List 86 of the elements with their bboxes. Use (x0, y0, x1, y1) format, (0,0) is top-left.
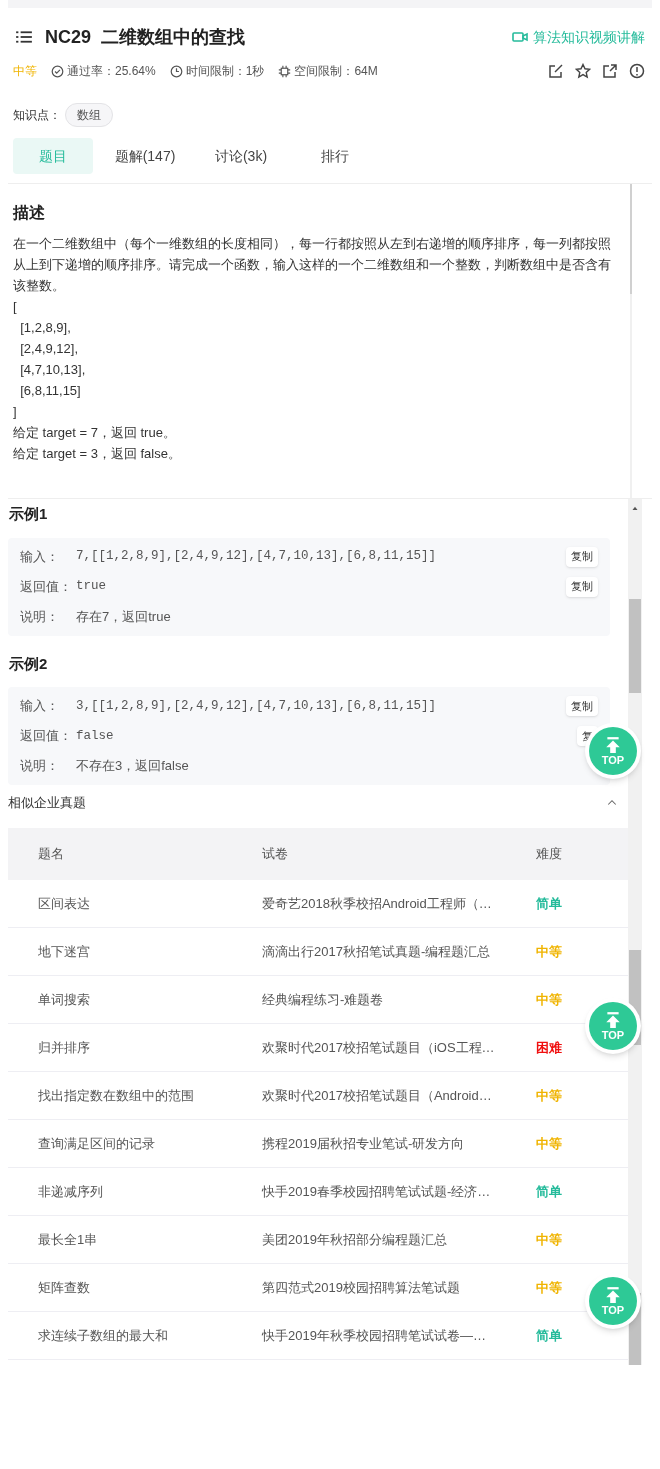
description-text: [6,8,11,15] (19, 382, 82, 400)
problem-code: NC29 (45, 25, 92, 49)
copy-button[interactable]: 复制 (566, 696, 598, 716)
difficulty-label: 中等 (536, 1134, 563, 1153)
scrollbar[interactable] (628, 785, 642, 1365)
description-text: ] (13, 403, 18, 421)
video-camera-icon (511, 29, 529, 45)
difficulty-label: 中等 (536, 1230, 563, 1249)
difficulty-label: 中等 (536, 990, 563, 1009)
example-note: 存在7，返回true (76, 607, 171, 626)
difficulty-label: 中等 (536, 942, 563, 961)
paper-name: 携程2019届秋招专业笔试-研发方向 (262, 1134, 466, 1153)
problem-link[interactable]: 最长全1串 (8, 1229, 262, 1250)
star-icon[interactable] (575, 63, 591, 79)
problem-link[interactable]: 区间表达 (8, 893, 262, 914)
example-heading: 示例2 (8, 653, 49, 674)
clock-icon (169, 64, 183, 78)
warning-icon[interactable] (629, 63, 645, 79)
difficulty-label: 简单 (536, 1326, 563, 1345)
difficulty-label: 中等 (13, 63, 37, 80)
field-label: 输入： (20, 547, 60, 566)
difficulty-label: 中等 (536, 1278, 563, 1297)
check-circle-icon (51, 64, 64, 78)
description-text: [ (13, 298, 18, 316)
problem-link[interactable]: 找出指定数在数组中的范围 (8, 1085, 262, 1106)
description-text: [4,7,10,13], (19, 361, 87, 379)
example-note: 不存在3，返回false (76, 757, 189, 776)
description-text: 在一个二维数组中（每个一维数组的长度相同），每一行都按照从左到右递增的顺序排序，每一列都按照从上到下递增的顺序排序。请完成一个函数，输入这样的一个二维数组和一个整数，判断数组中是否含有该整数。 (13, 235, 612, 295)
field-label: 返回值： (20, 727, 73, 746)
description-text: [1,2,8,9], (19, 319, 72, 337)
problem-link[interactable]: 求连续子数组的最大和 (8, 1325, 262, 1346)
problem-link[interactable]: 查询满足区间的记录 (8, 1133, 262, 1154)
paper-name: 快手2019年秋季校园招聘笔试试卷—… (262, 1326, 487, 1345)
column-header: 难度 (536, 845, 563, 864)
problem-link[interactable]: 地下迷宫 (8, 941, 262, 962)
chip-icon (278, 64, 292, 78)
paper-name: 经典编程练习-难题卷 (262, 990, 385, 1009)
pass-rate: 通过率：25.64% (67, 63, 156, 80)
menu-icon (15, 28, 33, 46)
problem-link[interactable]: 非递减序列 (8, 1181, 262, 1202)
example-heading: 示例1 (8, 504, 49, 524)
difficulty-label: 困难 (536, 1038, 563, 1057)
time-limit: 时间限制：1秒 (185, 63, 265, 80)
description-text: 给定 target = 3，返回 false。 (13, 445, 182, 463)
copy-button[interactable]: 复制 (566, 546, 598, 567)
problem-title: 二维数组中的查找 (101, 25, 246, 49)
field-label: 说明： (20, 607, 60, 626)
copy-button[interactable]: 复制 (566, 576, 598, 597)
field-label: 输入： (20, 697, 60, 716)
difficulty-label: 中等 (536, 1086, 563, 1105)
difficulty-label: 简单 (536, 1182, 563, 1201)
space-limit: 空间限制：64M (294, 63, 378, 80)
paper-name: 快手2019春季校园招聘笔试试题-经济… (262, 1182, 492, 1201)
paper-name: 欢聚时代2017校招笔试题目（iOS工程… (262, 1038, 496, 1057)
tab[interactable]: 题解(147) (93, 138, 197, 174)
problem-link[interactable]: 单词搜索 (8, 989, 262, 1010)
tab[interactable]: 讨论(3k) (197, 138, 285, 174)
paper-name: 滴滴出行2017秋招笔试真题-编程题汇总 (262, 942, 492, 961)
paper-name: 第四范式2019校园招聘算法笔试题 (262, 1278, 461, 1297)
tag[interactable]: 数组 (65, 103, 113, 127)
example-value: 3,[[1,2,8,9],[2,4,9,12],[4,7,10,13],[6,8,11,15]] (76, 697, 437, 715)
field-label: 说明： (20, 757, 60, 776)
field-label: 返回值： (20, 577, 73, 596)
example-value: false (76, 727, 114, 745)
description-text: 给定 target = 7，返回 true。 (13, 424, 177, 442)
paper-name: 爱奇艺2018秋季校招Android工程师（… (262, 894, 493, 913)
problem-link[interactable]: 矩阵查数 (8, 1277, 262, 1298)
section-title: 相似企业真题 (8, 794, 86, 813)
share-icon[interactable] (602, 63, 618, 79)
scrollbar[interactable] (628, 499, 642, 786)
problem-link[interactable]: 归并排序 (8, 1037, 262, 1058)
description-text: [2,4,9,12], (19, 340, 80, 358)
knowledge-label: 知识点： (13, 107, 61, 124)
column-header: 题名 (37, 845, 65, 864)
column-header: 试卷 (262, 845, 289, 864)
edit-icon[interactable] (548, 63, 564, 79)
paper-name: 美团2019年秋招部分编程题汇总 (262, 1230, 448, 1249)
example-value: true (76, 578, 106, 596)
section-heading: 描述 (11, 203, 46, 223)
difficulty-label: 简单 (536, 894, 563, 913)
paper-name: 欢聚时代2017校招笔试题目（Android… (262, 1086, 493, 1105)
arrow-up-icon (604, 736, 622, 754)
tab[interactable]: 排行 (285, 138, 385, 174)
arrow-up-icon (604, 1286, 622, 1304)
example-value: 7,[[1,2,8,9],[2,4,9,12],[4,7,10,13],[6,8,11,15]] (76, 548, 437, 566)
arrow-up-icon (604, 1011, 622, 1029)
